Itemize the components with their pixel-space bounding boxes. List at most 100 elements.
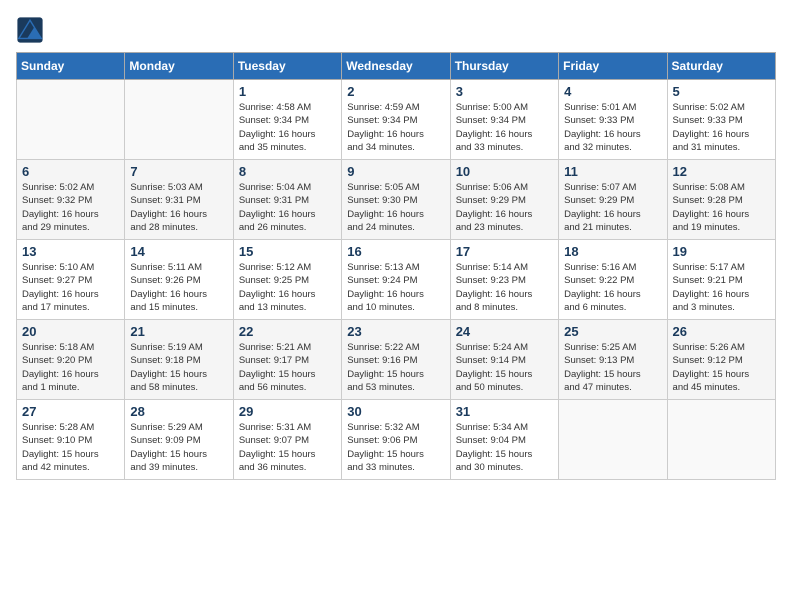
- day-number: 14: [130, 244, 227, 259]
- calendar-cell: [17, 80, 125, 160]
- calendar-cell: 13 Sunrise: 5:10 AM Sunset: 9:27 PM Dayli…: [17, 240, 125, 320]
- calendar-cell: 31Sunrise: 5:34 AM Sunset: 9:04 PM Dayli…: [450, 400, 558, 480]
- day-info: Sunrise: 5:08 AM Sunset: 9:28 PM Dayligh…: [673, 181, 770, 234]
- day-info: Sunrise: 5:03 AM Sunset: 9:31 PM Dayligh…: [130, 181, 227, 234]
- week-row-1: 1 Sunrise: 4:58 AM Sunset: 9:34 PM Daylig…: [17, 80, 776, 160]
- day-number: 8: [239, 164, 336, 179]
- calendar-cell: 19 Sunrise: 5:17 AM Sunset: 9:21 PM Dayli…: [667, 240, 775, 320]
- day-info: Sunrise: 5:06 AM Sunset: 9:29 PM Dayligh…: [456, 181, 553, 234]
- day-info: Sunrise: 5:29 AM Sunset: 9:09 PM Dayligh…: [130, 421, 227, 474]
- day-info: Sunrise: 4:58 AM Sunset: 9:34 PM Dayligh…: [239, 101, 336, 154]
- calendar-cell: 2Sunrise: 4:59 AM Sunset: 9:34 PM Daylig…: [342, 80, 450, 160]
- calendar-cell: 23Sunrise: 5:22 AM Sunset: 9:16 PM Dayli…: [342, 320, 450, 400]
- calendar-cell: 17 Sunrise: 5:14 AM Sunset: 9:23 PM Dayli…: [450, 240, 558, 320]
- day-number: 16: [347, 244, 444, 259]
- day-info: Sunrise: 5:13 AM Sunset: 9:24 PM Dayligh…: [347, 261, 444, 314]
- calendar-cell: 10 Sunrise: 5:06 AM Sunset: 9:29 PM Dayli…: [450, 160, 558, 240]
- calendar-cell: 16 Sunrise: 5:13 AM Sunset: 9:24 PM Dayli…: [342, 240, 450, 320]
- day-number: 20: [22, 324, 119, 339]
- logo-icon: [16, 16, 44, 44]
- day-info: Sunrise: 4:59 AM Sunset: 9:34 PM Dayligh…: [347, 101, 444, 154]
- calendar-cell: 5 Sunrise: 5:02 AM Sunset: 9:33 PM Daylig…: [667, 80, 775, 160]
- day-number: 29: [239, 404, 336, 419]
- weekday-header-monday: Monday: [125, 53, 233, 80]
- calendar-cell: 12 Sunrise: 5:08 AM Sunset: 9:28 PM Dayli…: [667, 160, 775, 240]
- day-number: 25: [564, 324, 661, 339]
- calendar-cell: 4 Sunrise: 5:01 AM Sunset: 9:33 PM Daylig…: [559, 80, 667, 160]
- day-number: 9: [347, 164, 444, 179]
- calendar-cell: 8 Sunrise: 5:04 AM Sunset: 9:31 PM Daylig…: [233, 160, 341, 240]
- calendar-cell: 15Sunrise: 5:12 AM Sunset: 9:25 PM Dayli…: [233, 240, 341, 320]
- day-info: Sunrise: 5:02 AM Sunset: 9:33 PM Dayligh…: [673, 101, 770, 154]
- day-number: 12: [673, 164, 770, 179]
- day-info: Sunrise: 5:19 AM Sunset: 9:18 PM Dayligh…: [130, 341, 227, 394]
- day-info: Sunrise: 5:24 AM Sunset: 9:14 PM Dayligh…: [456, 341, 553, 394]
- day-info: Sunrise: 5:11 AM Sunset: 9:26 PM Dayligh…: [130, 261, 227, 314]
- day-info: Sunrise: 5:01 AM Sunset: 9:33 PM Dayligh…: [564, 101, 661, 154]
- calendar-cell: 7 Sunrise: 5:03 AM Sunset: 9:31 PM Daylig…: [125, 160, 233, 240]
- day-number: 3: [456, 84, 553, 99]
- calendar-cell: 18Sunrise: 5:16 AM Sunset: 9:22 PM Dayli…: [559, 240, 667, 320]
- day-number: 10: [456, 164, 553, 179]
- calendar-cell: 6Sunrise: 5:02 AM Sunset: 9:32 PM Daylig…: [17, 160, 125, 240]
- calendar-cell: 29 Sunrise: 5:31 AM Sunset: 9:07 PM Dayli…: [233, 400, 341, 480]
- day-info: Sunrise: 5:12 AM Sunset: 9:25 PM Dayligh…: [239, 261, 336, 314]
- calendar-cell: 11 Sunrise: 5:07 AM Sunset: 9:29 PM Dayli…: [559, 160, 667, 240]
- day-info: Sunrise: 5:04 AM Sunset: 9:31 PM Dayligh…: [239, 181, 336, 234]
- day-info: Sunrise: 5:17 AM Sunset: 9:21 PM Dayligh…: [673, 261, 770, 314]
- calendar-cell: 30 Sunrise: 5:32 AM Sunset: 9:06 PM Dayli…: [342, 400, 450, 480]
- day-number: 21: [130, 324, 227, 339]
- calendar-cell: 26 Sunrise: 5:26 AM Sunset: 9:12 PM Dayli…: [667, 320, 775, 400]
- week-row-2: 6Sunrise: 5:02 AM Sunset: 9:32 PM Daylig…: [17, 160, 776, 240]
- calendar-cell: 22Sunrise: 5:21 AM Sunset: 9:17 PM Dayli…: [233, 320, 341, 400]
- day-number: 11: [564, 164, 661, 179]
- calendar-cell: 20Sunrise: 5:18 AM Sunset: 9:20 PM Dayli…: [17, 320, 125, 400]
- calendar-cell: 25Sunrise: 5:25 AM Sunset: 9:13 PM Dayli…: [559, 320, 667, 400]
- week-row-4: 20Sunrise: 5:18 AM Sunset: 9:20 PM Dayli…: [17, 320, 776, 400]
- day-info: Sunrise: 5:14 AM Sunset: 9:23 PM Dayligh…: [456, 261, 553, 314]
- logo: [16, 16, 46, 44]
- calendar-cell: 21 Sunrise: 5:19 AM Sunset: 9:18 PM Dayli…: [125, 320, 233, 400]
- day-number: 18: [564, 244, 661, 259]
- calendar-cell: 14 Sunrise: 5:11 AM Sunset: 9:26 PM Dayli…: [125, 240, 233, 320]
- day-number: 28: [130, 404, 227, 419]
- calendar-cell: 9 Sunrise: 5:05 AM Sunset: 9:30 PM Daylig…: [342, 160, 450, 240]
- day-number: 13: [22, 244, 119, 259]
- calendar-cell: 27Sunrise: 5:28 AM Sunset: 9:10 PM Dayli…: [17, 400, 125, 480]
- weekday-header-saturday: Saturday: [667, 53, 775, 80]
- day-info: Sunrise: 5:00 AM Sunset: 9:34 PM Dayligh…: [456, 101, 553, 154]
- day-number: 30: [347, 404, 444, 419]
- day-info: Sunrise: 5:26 AM Sunset: 9:12 PM Dayligh…: [673, 341, 770, 394]
- calendar-cell: [559, 400, 667, 480]
- week-row-5: 27Sunrise: 5:28 AM Sunset: 9:10 PM Dayli…: [17, 400, 776, 480]
- day-info: Sunrise: 5:07 AM Sunset: 9:29 PM Dayligh…: [564, 181, 661, 234]
- calendar-cell: 1 Sunrise: 4:58 AM Sunset: 9:34 PM Daylig…: [233, 80, 341, 160]
- day-info: Sunrise: 5:21 AM Sunset: 9:17 PM Dayligh…: [239, 341, 336, 394]
- day-number: 7: [130, 164, 227, 179]
- day-number: 4: [564, 84, 661, 99]
- day-number: 5: [673, 84, 770, 99]
- day-number: 17: [456, 244, 553, 259]
- day-info: Sunrise: 5:32 AM Sunset: 9:06 PM Dayligh…: [347, 421, 444, 474]
- day-number: 26: [673, 324, 770, 339]
- header: [16, 16, 776, 44]
- weekday-header-thursday: Thursday: [450, 53, 558, 80]
- day-info: Sunrise: 5:22 AM Sunset: 9:16 PM Dayligh…: [347, 341, 444, 394]
- weekday-header-wednesday: Wednesday: [342, 53, 450, 80]
- day-info: Sunrise: 5:02 AM Sunset: 9:32 PM Dayligh…: [22, 181, 119, 234]
- day-info: Sunrise: 5:28 AM Sunset: 9:10 PM Dayligh…: [22, 421, 119, 474]
- weekday-header-tuesday: Tuesday: [233, 53, 341, 80]
- day-info: Sunrise: 5:34 AM Sunset: 9:04 PM Dayligh…: [456, 421, 553, 474]
- day-number: 19: [673, 244, 770, 259]
- calendar-body: 1 Sunrise: 4:58 AM Sunset: 9:34 PM Daylig…: [17, 80, 776, 480]
- day-info: Sunrise: 5:05 AM Sunset: 9:30 PM Dayligh…: [347, 181, 444, 234]
- calendar-cell: 28 Sunrise: 5:29 AM Sunset: 9:09 PM Dayli…: [125, 400, 233, 480]
- calendar-table: SundayMondayTuesdayWednesdayThursdayFrid…: [16, 52, 776, 480]
- day-number: 1: [239, 84, 336, 99]
- day-info: Sunrise: 5:10 AM Sunset: 9:27 PM Dayligh…: [22, 261, 119, 314]
- calendar-cell: [125, 80, 233, 160]
- weekday-header-sunday: Sunday: [17, 53, 125, 80]
- week-row-3: 13 Sunrise: 5:10 AM Sunset: 9:27 PM Dayli…: [17, 240, 776, 320]
- calendar-cell: [667, 400, 775, 480]
- day-info: Sunrise: 5:31 AM Sunset: 9:07 PM Dayligh…: [239, 421, 336, 474]
